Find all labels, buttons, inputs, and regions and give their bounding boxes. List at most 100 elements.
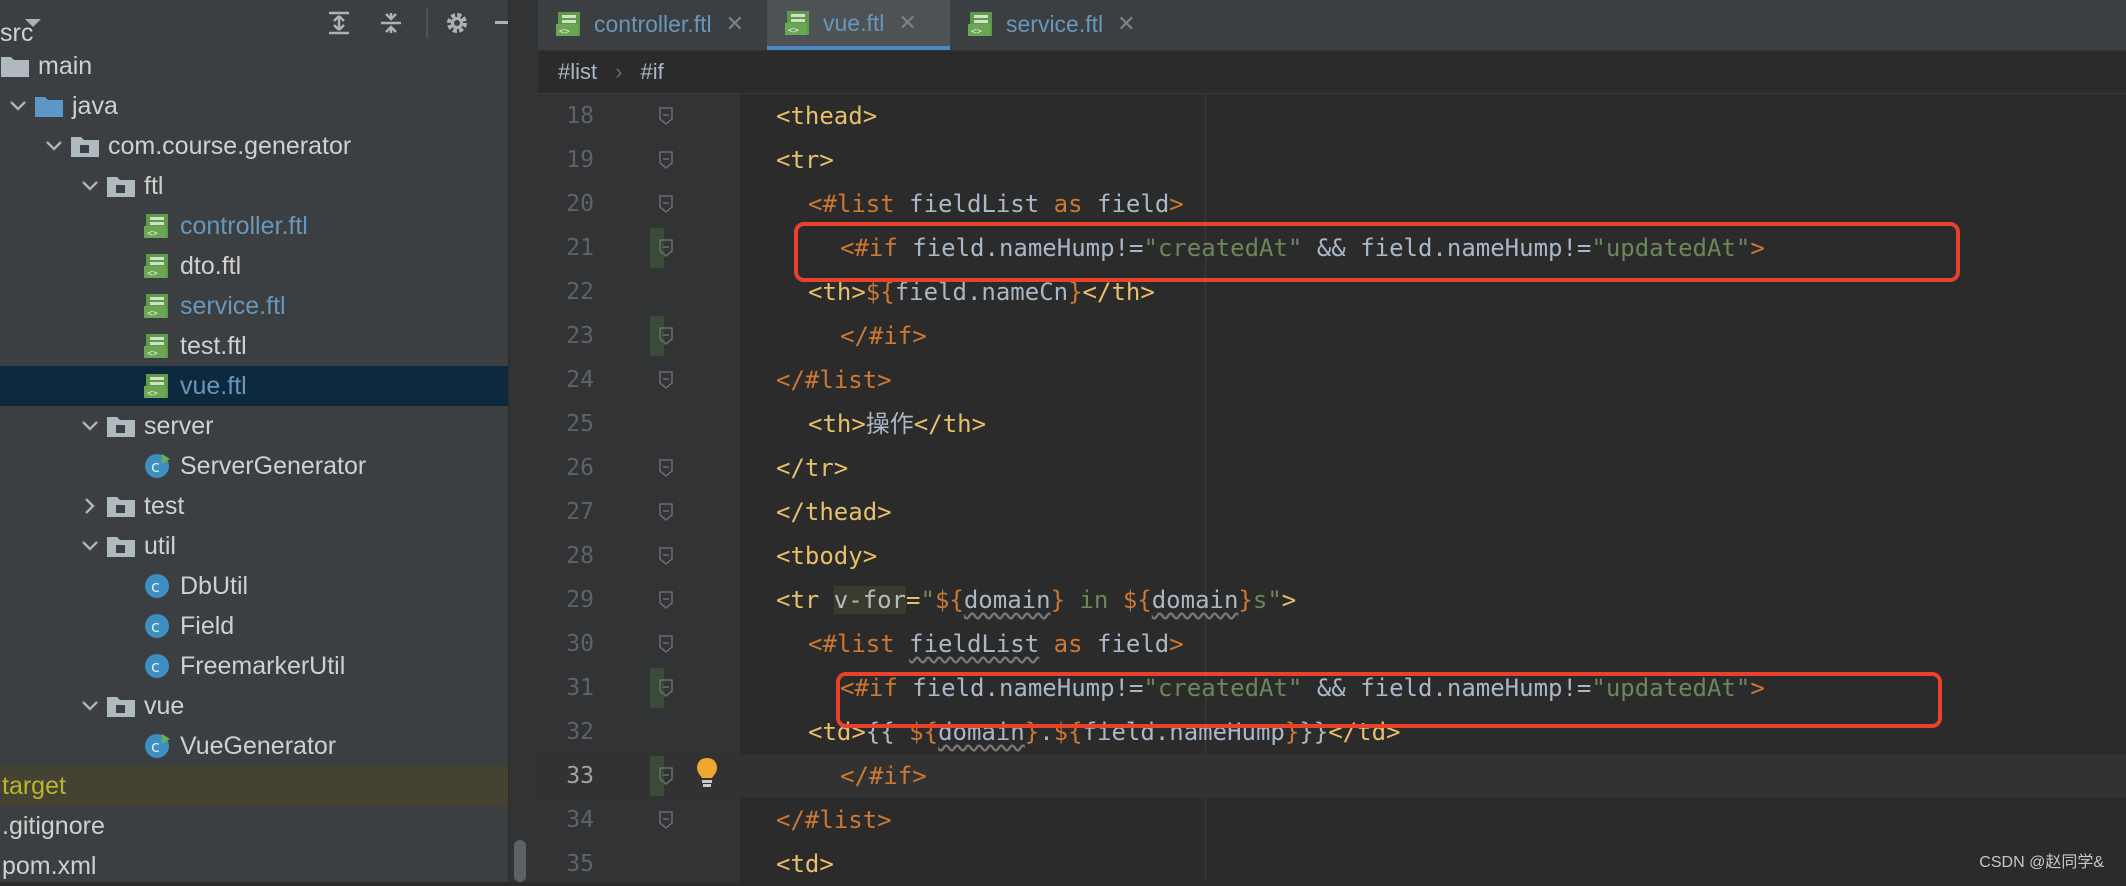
fold-marker-icon[interactable]: [659, 283, 673, 301]
fold-marker-icon[interactable]: [659, 679, 673, 697]
close-icon[interactable]: ✕: [726, 11, 744, 37]
fold-marker-icon[interactable]: [659, 195, 673, 213]
tree-item-gitignore[interactable]: .gitignore: [0, 806, 508, 846]
line-number: 35: [566, 851, 594, 877]
tree-item-freemarkerutil[interactable]: c FreemarkerUtil: [0, 646, 508, 686]
tree-item-vue-ftl[interactable]: <> vue.ftl: [0, 366, 508, 406]
code-token: <tr: [776, 586, 834, 614]
tree-item-pom-xml[interactable]: pom.xml: [0, 846, 508, 882]
fold-marker-icon[interactable]: [659, 635, 673, 653]
code-line-19[interactable]: 19 <tr>: [538, 138, 2126, 182]
panel-divider[interactable]: [508, 0, 539, 882]
chevron-right-icon[interactable]: [78, 494, 102, 518]
code-token: ": [920, 586, 935, 614]
tree-item-label: target: [2, 771, 66, 800]
package-icon: [106, 412, 136, 440]
code-line-29[interactable]: 29 <tr v-for="${domain} in ${domain}s">: [538, 578, 2126, 622]
code-line-35[interactable]: 35 <td>: [538, 842, 2126, 886]
tree-item-vuegenerator[interactable]: c VueGenerator: [0, 726, 508, 766]
lightbulb-icon[interactable]: [694, 756, 720, 795]
fold-marker-icon[interactable]: [659, 151, 673, 169]
fold-marker-icon[interactable]: [659, 371, 673, 389]
fold-marker-icon[interactable]: [659, 855, 673, 873]
ftl-file-icon: <>: [142, 292, 172, 320]
code-line-26[interactable]: 26 </tr>: [538, 446, 2126, 490]
fold-marker-icon[interactable]: [659, 547, 673, 565]
close-icon[interactable]: ✕: [1117, 11, 1135, 37]
chevron-down-icon[interactable]: [6, 94, 30, 118]
code-text: </tr>: [776, 446, 848, 490]
tree-item-java[interactable]: java: [0, 86, 508, 126]
scrollbar[interactable]: [514, 840, 526, 882]
code-token: fieldList: [909, 630, 1040, 658]
code-line-25[interactable]: 25 <th>操作</th>: [538, 402, 2126, 446]
fold-marker-icon[interactable]: [659, 107, 673, 125]
code-text: </#list>: [776, 798, 892, 842]
tree-item-servergenerator[interactable]: c ServerGenerator: [0, 446, 508, 486]
tree-item-field[interactable]: c Field: [0, 606, 508, 646]
fold-marker-icon[interactable]: [659, 811, 673, 829]
code-token: <tr>: [776, 146, 834, 174]
code-line-30[interactable]: 30 <#list fieldList as field>: [538, 622, 2126, 666]
tree-item-server[interactable]: server: [0, 406, 508, 446]
line-number: 24: [566, 367, 594, 393]
tree-item-target[interactable]: target: [0, 766, 508, 806]
code-line-34[interactable]: 34 </#list>: [538, 798, 2126, 842]
line-number: 33: [566, 763, 594, 789]
chevron-down-icon[interactable]: [78, 414, 102, 438]
tree-item-main[interactable]: main: [0, 46, 508, 86]
chevron-down-icon[interactable]: [78, 174, 102, 198]
chevron-down-icon[interactable]: [78, 534, 102, 558]
tree-item-label: service.ftl: [180, 291, 286, 320]
package-icon: [70, 132, 100, 160]
gear-icon[interactable]: [440, 6, 474, 40]
tree-item-ftl[interactable]: ftl: [0, 166, 508, 206]
chevron-down-icon[interactable]: [78, 694, 102, 718]
tree-item-vue[interactable]: vue: [0, 686, 508, 726]
fold-marker-icon[interactable]: [659, 591, 673, 609]
ftl-file-icon: <>: [142, 252, 172, 280]
fold-marker-icon[interactable]: [659, 239, 673, 257]
code-token: fieldList: [909, 190, 1054, 218]
fold-marker-icon[interactable]: [659, 723, 673, 741]
code-line-28[interactable]: 28 <tbody>: [538, 534, 2126, 578]
watermark-text: CSDN @赵同学&: [1979, 854, 2104, 871]
highlight-box-line-31: [836, 672, 1942, 728]
chevron-down-icon[interactable]: [42, 134, 66, 158]
tree-item-test-ftl[interactable]: <> test.ftl: [0, 326, 508, 366]
code-line-23[interactable]: 23 </#if>: [538, 314, 2126, 358]
fold-marker-icon[interactable]: [659, 503, 673, 521]
svg-text:<>: <>: [971, 27, 982, 37]
tree-item-util[interactable]: util: [0, 526, 508, 566]
breadcrumb-item-if[interactable]: #if: [640, 59, 663, 85]
code-lines[interactable]: 18 <thead> 19 <tr> 20 <#list fieldList as fie…: [538, 94, 2126, 882]
minimize-icon[interactable]: [492, 6, 508, 40]
fold-marker-icon[interactable]: [659, 327, 673, 345]
code-token: </thead>: [776, 498, 892, 526]
tab-service-ftl[interactable]: <> service.ftl ✕: [950, 0, 1178, 48]
tree-item-dto-ftl[interactable]: <> dto.ftl: [0, 246, 508, 286]
expand-all-icon[interactable]: [322, 6, 356, 40]
breadcrumb-item-list[interactable]: #list: [558, 59, 597, 85]
tree-item-service-ftl[interactable]: <> service.ftl: [0, 286, 508, 326]
fold-marker-icon[interactable]: [659, 767, 673, 785]
code-token: }: [1068, 278, 1083, 306]
tab-controller-ftl[interactable]: <> controller.ftl ✕: [538, 0, 767, 48]
tab-vue-ftl[interactable]: <> vue.ftl ✕: [767, 0, 950, 50]
fold-marker-icon[interactable]: [659, 459, 673, 477]
dropdown-arrow-icon[interactable]: [16, 6, 50, 40]
code-line-33[interactable]: 33 </#if>: [538, 754, 2126, 798]
tree-item-dbutil[interactable]: c DbUtil: [0, 566, 508, 606]
close-icon[interactable]: ✕: [898, 10, 916, 36]
tree-item-label: main: [38, 51, 93, 80]
source-folder-icon: [34, 92, 64, 120]
tree-item-controller-ftl[interactable]: <> controller.ftl: [0, 206, 508, 246]
code-line-18[interactable]: 18 <thead>: [538, 94, 2126, 138]
tree-item-com-course-generator[interactable]: com.course.generator: [0, 126, 508, 166]
code-line-20[interactable]: 20 <#list fieldList as field>: [538, 182, 2126, 226]
collapse-all-icon[interactable]: [374, 6, 408, 40]
tree-item-test[interactable]: test: [0, 486, 508, 526]
code-line-27[interactable]: 27 </thead>: [538, 490, 2126, 534]
code-line-24[interactable]: 24 </#list>: [538, 358, 2126, 402]
fold-marker-icon[interactable]: [659, 415, 673, 433]
